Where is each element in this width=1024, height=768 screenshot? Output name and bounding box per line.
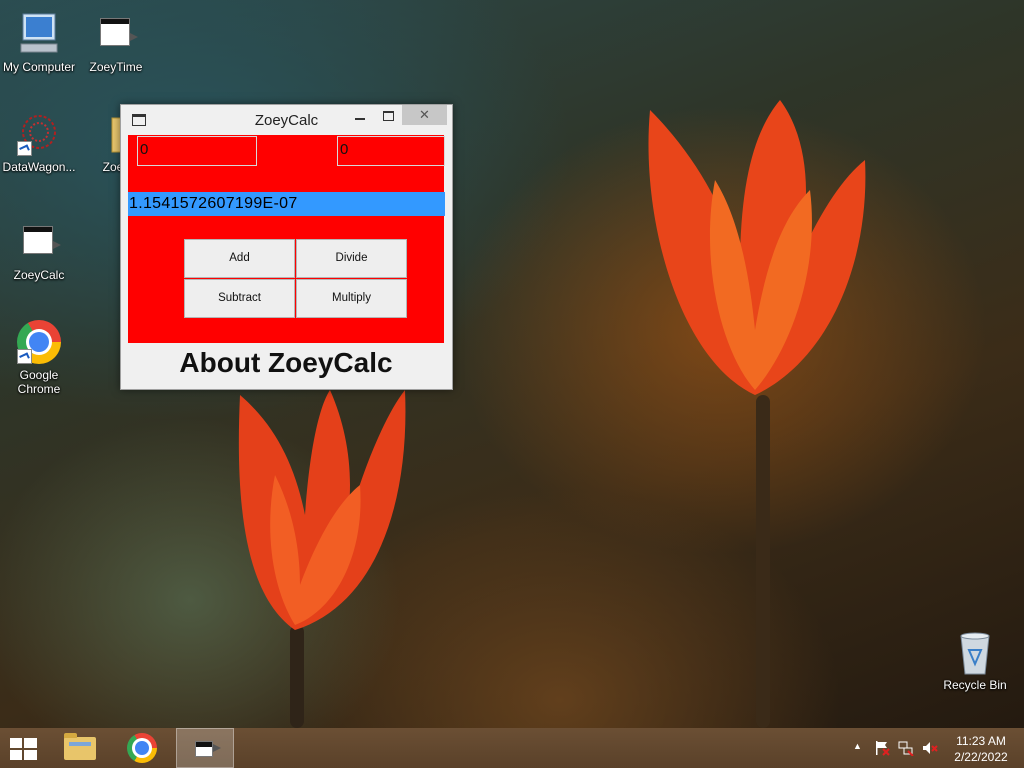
desktop-icon-google-chrome[interactable]: Google Chrome — [0, 320, 78, 396]
show-hidden-icons-button[interactable]: ▲ — [853, 741, 862, 751]
windows-logo-pane — [24, 750, 37, 760]
maximize-icon — [383, 111, 394, 121]
windows-logo-pane — [24, 738, 37, 748]
add-button[interactable]: Add — [184, 239, 295, 278]
minimize-icon — [355, 118, 365, 120]
desktop-icon-label: ZoeyTime — [89, 60, 143, 74]
taskbar: ▲ 11:23 AM 2/22/2022 — [0, 728, 1024, 768]
volume-muted-icon[interactable] — [922, 740, 938, 759]
clock-time: 11:23 AM — [956, 734, 1006, 748]
desktop-icon-label: My Computer — [2, 60, 76, 74]
desktop-icon-datawagon[interactable]: DataWagon... — [0, 112, 78, 174]
divide-button[interactable]: Divide — [296, 239, 407, 278]
windows-logo-icon — [10, 738, 22, 748]
wallpaper-stem-right — [756, 395, 770, 728]
network-icon[interactable] — [898, 740, 914, 759]
start-button[interactable] — [10, 738, 38, 760]
computer-icon — [20, 13, 58, 53]
wallpaper-tulip-left — [235, 385, 410, 635]
clock-date: 2/22/2022 — [954, 750, 1008, 764]
shortcut-arrow-icon — [17, 141, 32, 156]
desktop-icon-label: ZoeyCalc — [13, 268, 65, 282]
file-explorer-icon — [64, 733, 96, 760]
first-number-input[interactable]: 0 — [137, 136, 257, 166]
clock[interactable]: 11:23 AM 2/22/2022 — [946, 733, 1016, 765]
desktop-icon-label: Google Chrome — [17, 368, 61, 396]
wallpaper-stem-left — [290, 625, 304, 728]
recycle-bin-icon — [960, 632, 990, 675]
desktop-icon-my-computer[interactable]: My Computer — [0, 12, 78, 74]
shortcut-arrow-icon — [17, 349, 32, 364]
title-bar[interactable]: ZoeyCalc ✕ — [121, 105, 452, 135]
desktop-icon-zoeytime[interactable]: ZoeyTime — [77, 12, 155, 74]
desktop-icon-label: DataWagon... — [2, 160, 76, 174]
action-center-flag-icon[interactable] — [874, 740, 890, 759]
desktop: My Computer ZoeyTime DataWagon... Zoey Z… — [0, 0, 1024, 728]
app-window-icon — [100, 18, 138, 46]
close-icon: ✕ — [419, 107, 430, 122]
wallpaper-tulip-right — [640, 100, 870, 400]
maximize-button[interactable] — [375, 105, 401, 125]
app-window-icon — [195, 741, 221, 757]
desktop-icon-recycle-bin[interactable]: Recycle Bin — [936, 630, 1014, 692]
desktop-icon-label: Recycle Bin — [943, 678, 1007, 692]
taskbar-zoeycalc[interactable] — [176, 728, 234, 768]
taskbar-file-explorer[interactable] — [52, 728, 108, 768]
windows-logo-pane — [10, 750, 22, 760]
chrome-icon — [127, 733, 157, 763]
result-display: 1.1541572607199E-07 — [128, 192, 445, 216]
subtract-button[interactable]: Subtract — [184, 279, 295, 318]
calculator-panel: 0 0 1.1541572607199E-07 Add Divide Subtr… — [128, 135, 445, 381]
close-button[interactable]: ✕ — [402, 105, 447, 125]
minimize-button[interactable] — [347, 105, 373, 125]
multiply-button[interactable]: Multiply — [296, 279, 407, 318]
desktop-icon-zoeycalc[interactable]: ZoeyCalc — [0, 220, 78, 282]
second-number-input[interactable]: 0 — [337, 136, 445, 166]
taskbar-google-chrome[interactable] — [114, 728, 170, 768]
app-window-icon — [23, 226, 61, 254]
zoeycalc-window: ZoeyCalc ✕ 0 0 1.1541572607199E-07 Add D… — [120, 104, 453, 390]
about-zoeycalc-button[interactable]: About ZoeyCalc — [128, 343, 444, 381]
